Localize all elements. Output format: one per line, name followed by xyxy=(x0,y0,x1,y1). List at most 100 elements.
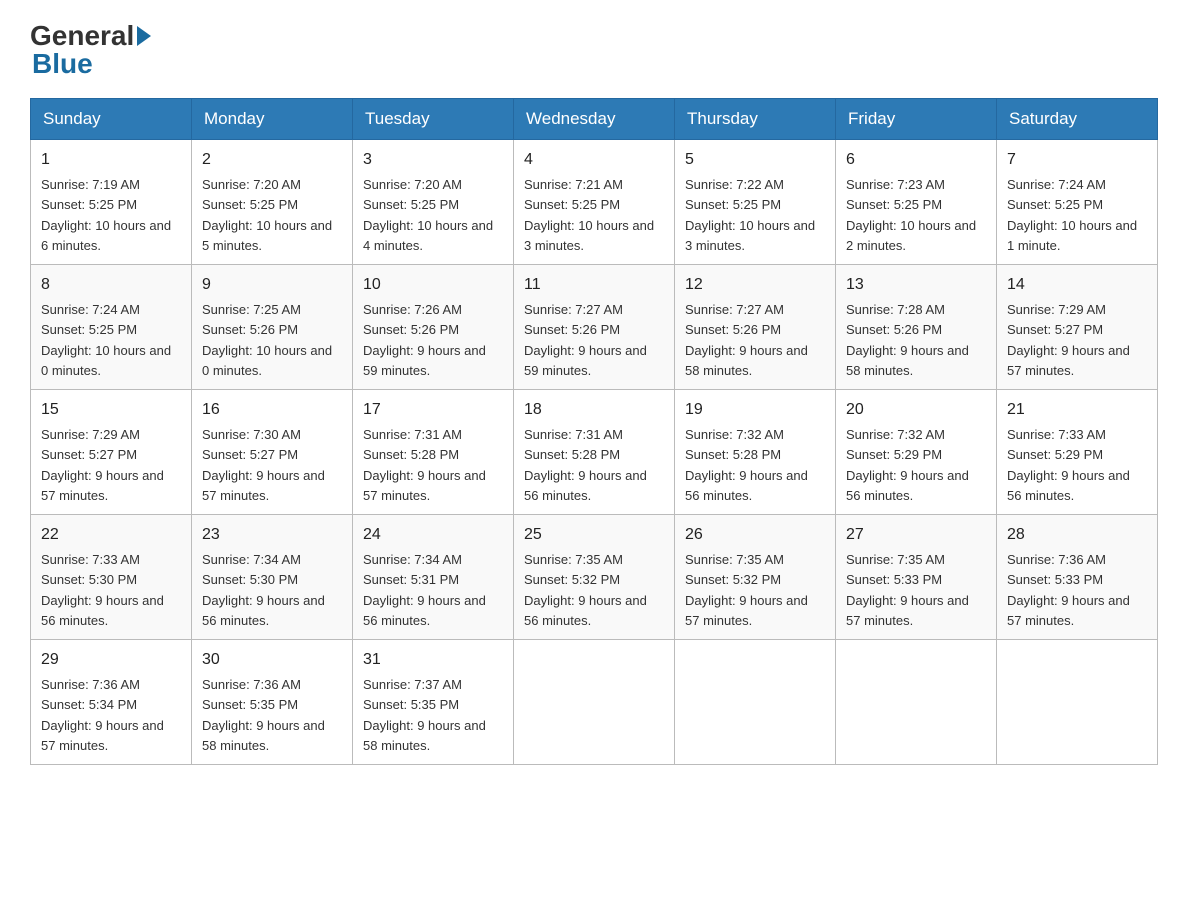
weekday-header-monday: Monday xyxy=(192,99,353,140)
day-number: 13 xyxy=(846,273,986,297)
day-number: 3 xyxy=(363,148,503,172)
calendar-cell xyxy=(997,640,1158,765)
calendar-cell: 10 Sunrise: 7:26 AMSunset: 5:26 PMDaylig… xyxy=(353,265,514,390)
day-number: 25 xyxy=(524,523,664,547)
day-number: 28 xyxy=(1007,523,1147,547)
day-info: Sunrise: 7:37 AMSunset: 5:35 PMDaylight:… xyxy=(363,677,486,753)
day-info: Sunrise: 7:35 AMSunset: 5:33 PMDaylight:… xyxy=(846,552,969,628)
calendar-cell: 5 Sunrise: 7:22 AMSunset: 5:25 PMDayligh… xyxy=(675,140,836,265)
logo-blue-text: Blue xyxy=(32,48,93,79)
calendar-cell xyxy=(675,640,836,765)
day-info: Sunrise: 7:31 AMSunset: 5:28 PMDaylight:… xyxy=(363,427,486,503)
day-info: Sunrise: 7:31 AMSunset: 5:28 PMDaylight:… xyxy=(524,427,647,503)
day-info: Sunrise: 7:35 AMSunset: 5:32 PMDaylight:… xyxy=(685,552,808,628)
day-number: 24 xyxy=(363,523,503,547)
day-number: 29 xyxy=(41,648,181,672)
day-info: Sunrise: 7:33 AMSunset: 5:29 PMDaylight:… xyxy=(1007,427,1130,503)
day-info: Sunrise: 7:36 AMSunset: 5:34 PMDaylight:… xyxy=(41,677,164,753)
weekday-header-saturday: Saturday xyxy=(997,99,1158,140)
calendar-cell: 17 Sunrise: 7:31 AMSunset: 5:28 PMDaylig… xyxy=(353,390,514,515)
day-info: Sunrise: 7:20 AMSunset: 5:25 PMDaylight:… xyxy=(202,177,332,253)
day-number: 19 xyxy=(685,398,825,422)
logo: General Blue xyxy=(30,20,154,80)
calendar-cell: 2 Sunrise: 7:20 AMSunset: 5:25 PMDayligh… xyxy=(192,140,353,265)
calendar-cell: 19 Sunrise: 7:32 AMSunset: 5:28 PMDaylig… xyxy=(675,390,836,515)
day-info: Sunrise: 7:34 AMSunset: 5:31 PMDaylight:… xyxy=(363,552,486,628)
calendar-cell: 13 Sunrise: 7:28 AMSunset: 5:26 PMDaylig… xyxy=(836,265,997,390)
day-number: 17 xyxy=(363,398,503,422)
day-number: 26 xyxy=(685,523,825,547)
day-number: 18 xyxy=(524,398,664,422)
weekday-header-friday: Friday xyxy=(836,99,997,140)
day-info: Sunrise: 7:22 AMSunset: 5:25 PMDaylight:… xyxy=(685,177,815,253)
day-number: 12 xyxy=(685,273,825,297)
day-info: Sunrise: 7:32 AMSunset: 5:28 PMDaylight:… xyxy=(685,427,808,503)
day-number: 10 xyxy=(363,273,503,297)
day-info: Sunrise: 7:30 AMSunset: 5:27 PMDaylight:… xyxy=(202,427,325,503)
calendar-week-4: 22 Sunrise: 7:33 AMSunset: 5:30 PMDaylig… xyxy=(31,515,1158,640)
day-number: 14 xyxy=(1007,273,1147,297)
calendar-cell: 11 Sunrise: 7:27 AMSunset: 5:26 PMDaylig… xyxy=(514,265,675,390)
calendar-week-5: 29 Sunrise: 7:36 AMSunset: 5:34 PMDaylig… xyxy=(31,640,1158,765)
day-number: 30 xyxy=(202,648,342,672)
day-info: Sunrise: 7:33 AMSunset: 5:30 PMDaylight:… xyxy=(41,552,164,628)
day-info: Sunrise: 7:32 AMSunset: 5:29 PMDaylight:… xyxy=(846,427,969,503)
day-number: 31 xyxy=(363,648,503,672)
calendar-cell: 12 Sunrise: 7:27 AMSunset: 5:26 PMDaylig… xyxy=(675,265,836,390)
logo-arrow-icon xyxy=(137,26,151,46)
day-info: Sunrise: 7:20 AMSunset: 5:25 PMDaylight:… xyxy=(363,177,493,253)
calendar-cell xyxy=(836,640,997,765)
calendar-cell: 16 Sunrise: 7:30 AMSunset: 5:27 PMDaylig… xyxy=(192,390,353,515)
day-info: Sunrise: 7:23 AMSunset: 5:25 PMDaylight:… xyxy=(846,177,976,253)
calendar-cell: 28 Sunrise: 7:36 AMSunset: 5:33 PMDaylig… xyxy=(997,515,1158,640)
calendar-cell: 8 Sunrise: 7:24 AMSunset: 5:25 PMDayligh… xyxy=(31,265,192,390)
day-info: Sunrise: 7:34 AMSunset: 5:30 PMDaylight:… xyxy=(202,552,325,628)
calendar-cell: 24 Sunrise: 7:34 AMSunset: 5:31 PMDaylig… xyxy=(353,515,514,640)
day-number: 22 xyxy=(41,523,181,547)
weekday-header-row: SundayMondayTuesdayWednesdayThursdayFrid… xyxy=(31,99,1158,140)
day-number: 2 xyxy=(202,148,342,172)
weekday-header-thursday: Thursday xyxy=(675,99,836,140)
calendar-cell: 3 Sunrise: 7:20 AMSunset: 5:25 PMDayligh… xyxy=(353,140,514,265)
day-info: Sunrise: 7:25 AMSunset: 5:26 PMDaylight:… xyxy=(202,302,332,378)
day-info: Sunrise: 7:36 AMSunset: 5:33 PMDaylight:… xyxy=(1007,552,1130,628)
calendar-cell: 22 Sunrise: 7:33 AMSunset: 5:30 PMDaylig… xyxy=(31,515,192,640)
calendar-cell: 26 Sunrise: 7:35 AMSunset: 5:32 PMDaylig… xyxy=(675,515,836,640)
day-number: 8 xyxy=(41,273,181,297)
weekday-header-wednesday: Wednesday xyxy=(514,99,675,140)
weekday-header-tuesday: Tuesday xyxy=(353,99,514,140)
day-info: Sunrise: 7:26 AMSunset: 5:26 PMDaylight:… xyxy=(363,302,486,378)
calendar-cell: 14 Sunrise: 7:29 AMSunset: 5:27 PMDaylig… xyxy=(997,265,1158,390)
calendar-cell: 30 Sunrise: 7:36 AMSunset: 5:35 PMDaylig… xyxy=(192,640,353,765)
calendar-week-2: 8 Sunrise: 7:24 AMSunset: 5:25 PMDayligh… xyxy=(31,265,1158,390)
day-number: 23 xyxy=(202,523,342,547)
weekday-header-sunday: Sunday xyxy=(31,99,192,140)
calendar-cell: 6 Sunrise: 7:23 AMSunset: 5:25 PMDayligh… xyxy=(836,140,997,265)
day-number: 7 xyxy=(1007,148,1147,172)
calendar-cell: 27 Sunrise: 7:35 AMSunset: 5:33 PMDaylig… xyxy=(836,515,997,640)
calendar-cell: 18 Sunrise: 7:31 AMSunset: 5:28 PMDaylig… xyxy=(514,390,675,515)
day-number: 9 xyxy=(202,273,342,297)
calendar-week-3: 15 Sunrise: 7:29 AMSunset: 5:27 PMDaylig… xyxy=(31,390,1158,515)
day-info: Sunrise: 7:27 AMSunset: 5:26 PMDaylight:… xyxy=(524,302,647,378)
calendar-cell: 21 Sunrise: 7:33 AMSunset: 5:29 PMDaylig… xyxy=(997,390,1158,515)
day-number: 1 xyxy=(41,148,181,172)
calendar-cell: 29 Sunrise: 7:36 AMSunset: 5:34 PMDaylig… xyxy=(31,640,192,765)
day-number: 21 xyxy=(1007,398,1147,422)
day-number: 4 xyxy=(524,148,664,172)
calendar-cell: 7 Sunrise: 7:24 AMSunset: 5:25 PMDayligh… xyxy=(997,140,1158,265)
day-number: 20 xyxy=(846,398,986,422)
calendar-cell xyxy=(514,640,675,765)
calendar-cell: 20 Sunrise: 7:32 AMSunset: 5:29 PMDaylig… xyxy=(836,390,997,515)
calendar-cell: 4 Sunrise: 7:21 AMSunset: 5:25 PMDayligh… xyxy=(514,140,675,265)
day-info: Sunrise: 7:27 AMSunset: 5:26 PMDaylight:… xyxy=(685,302,808,378)
day-number: 5 xyxy=(685,148,825,172)
day-number: 15 xyxy=(41,398,181,422)
day-info: Sunrise: 7:28 AMSunset: 5:26 PMDaylight:… xyxy=(846,302,969,378)
day-info: Sunrise: 7:24 AMSunset: 5:25 PMDaylight:… xyxy=(1007,177,1137,253)
day-number: 27 xyxy=(846,523,986,547)
calendar-cell: 15 Sunrise: 7:29 AMSunset: 5:27 PMDaylig… xyxy=(31,390,192,515)
calendar-cell: 1 Sunrise: 7:19 AMSunset: 5:25 PMDayligh… xyxy=(31,140,192,265)
page-header: General Blue xyxy=(30,20,1158,80)
day-info: Sunrise: 7:29 AMSunset: 5:27 PMDaylight:… xyxy=(41,427,164,503)
